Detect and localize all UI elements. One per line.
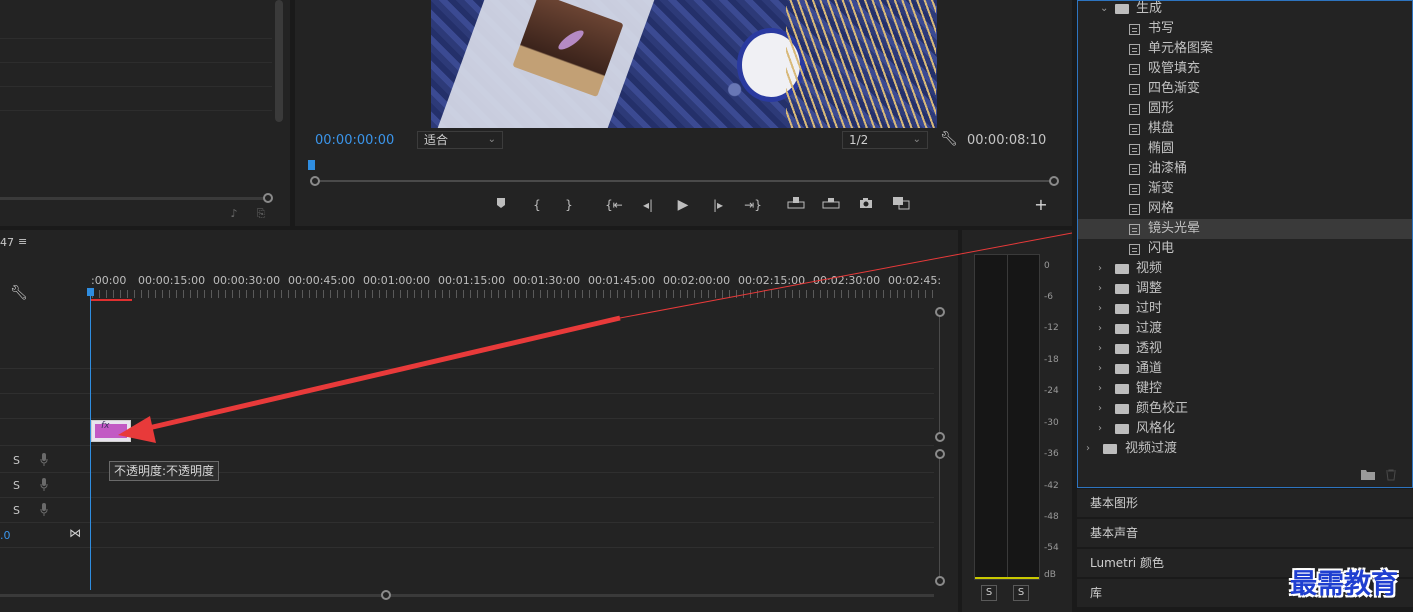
annotation-guide-line: [619, 232, 1073, 319]
annotation-arrow: [118, 232, 1073, 443]
watermark-logo: 最需教育: [1290, 569, 1398, 600]
annotation-arrow-shaft: [139, 315, 621, 433]
annotation-arrow-head: [118, 416, 156, 443]
